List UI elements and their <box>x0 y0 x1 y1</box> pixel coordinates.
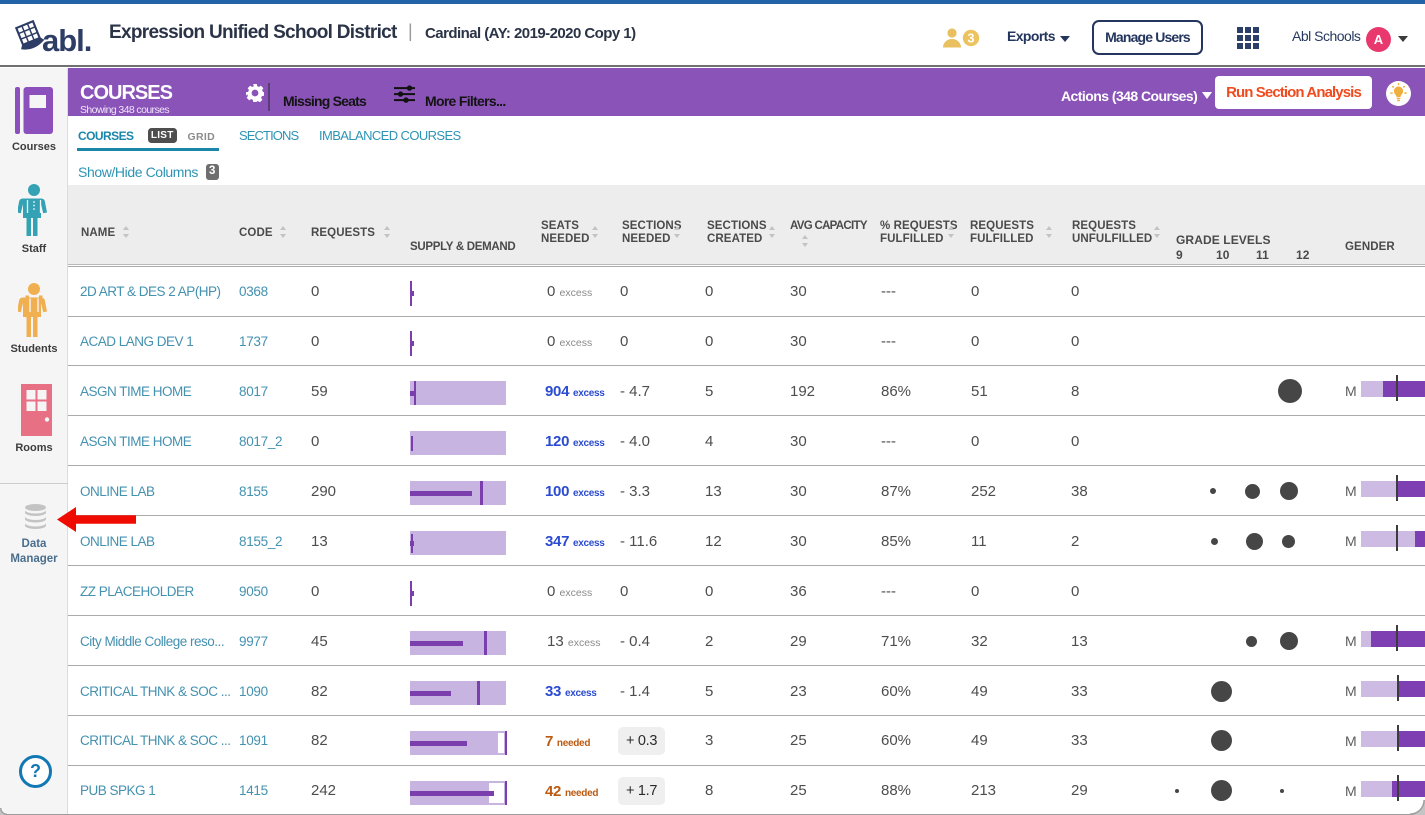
svg-text:3: 3 <box>968 32 975 46</box>
svg-text:abl.: abl. <box>42 23 91 58</box>
